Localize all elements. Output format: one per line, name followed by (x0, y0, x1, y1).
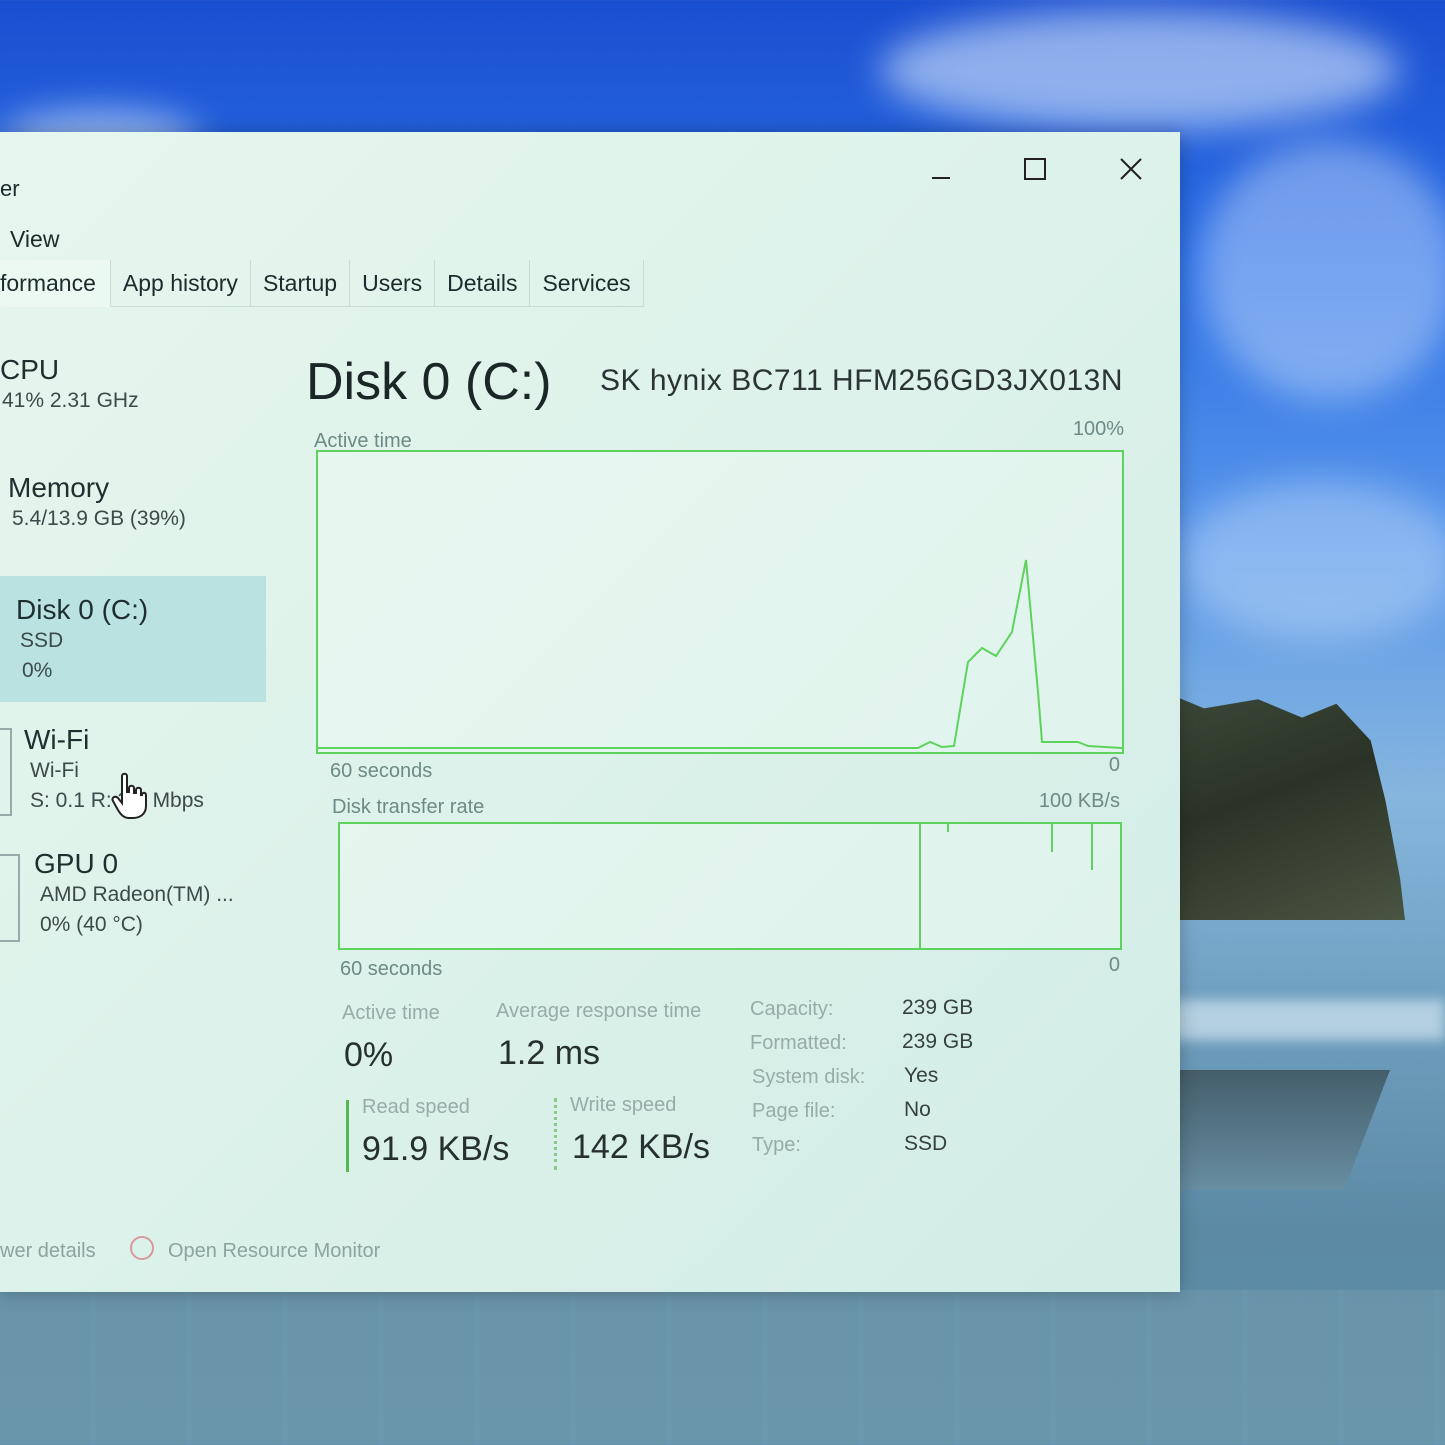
sidebar-item-detail: AMD Radeon(TM) ... (40, 883, 234, 906)
active-time-label: Active time (342, 1002, 440, 1024)
transfer-rate-graph-time-right: 0 (1108, 954, 1120, 976)
rock-reflection (1160, 1070, 1390, 1190)
active-time-value: 0% (344, 1036, 394, 1074)
tab-startup[interactable]: Startup (250, 260, 351, 307)
write-speed-value: 142 KB/s (572, 1128, 710, 1166)
transfer-rate-graph-time-left: 60 seconds (340, 958, 443, 980)
sidebar-item-detail: 41% 2.31 GHz (2, 389, 139, 412)
type-value: SSD (904, 1132, 948, 1155)
sidebar-item-detail: 0% (22, 659, 53, 682)
transfer-rate-graph-max: 100 KB/s (1038, 790, 1120, 812)
active-time-series-line (318, 559, 1122, 749)
response-time-label: Average response time (496, 1000, 702, 1022)
tab-details[interactable]: Details (435, 260, 531, 307)
sidebar-item-gpu[interactable]: GPU 0 AMD Radeon(TM) ... 0% (40 °C) (0, 848, 262, 944)
fewer-details-link[interactable]: wer details (0, 1240, 96, 1263)
active-time-graph-time-right: 0 (1108, 754, 1120, 776)
capacity-value: 239 GB (902, 996, 974, 1019)
maximize-button[interactable] (1012, 146, 1058, 192)
system-disk-label: System disk: (752, 1066, 866, 1088)
type-label: Type: (752, 1134, 801, 1156)
cloud (1200, 140, 1445, 400)
sidebar-item-name: Memory (8, 472, 110, 503)
active-time-graph (316, 450, 1124, 754)
sidebar-item-detail: SSD (20, 629, 64, 652)
hand-cursor-icon (111, 772, 147, 819)
transfer-rate-graph-label: Disk transfer rate (332, 796, 485, 818)
capacity-label: Capacity: (750, 998, 834, 1020)
tab-services[interactable]: Services (530, 260, 644, 307)
write-speed-label: Write speed (570, 1094, 677, 1116)
read-speed-label: Read speed (362, 1096, 470, 1118)
shoreline (1165, 1000, 1445, 1040)
transfer-rate-graph-line (919, 824, 1093, 948)
tab-users[interactable]: Users (350, 260, 436, 307)
minimize-icon (932, 177, 950, 179)
sidebar-item-name: CPU (0, 354, 60, 385)
maximize-icon (1024, 158, 1046, 180)
cloud (880, 10, 1400, 130)
formatted-label: Formatted: (750, 1032, 847, 1054)
close-icon (1120, 158, 1142, 180)
read-speed-value: 91.9 KB/s (362, 1130, 510, 1168)
sidebar-item-name: Wi-Fi (24, 724, 90, 755)
task-manager-window: er View formance App history Startup Use… (0, 132, 1180, 1292)
sidebar-item-name: Disk 0 (C:) (16, 594, 149, 625)
page-file-label: Page file: (752, 1100, 836, 1122)
read-speed-indicator (346, 1100, 349, 1172)
active-time-graph-time-left: 60 seconds (330, 760, 433, 782)
tab-app-history[interactable]: App history (110, 260, 251, 307)
sidebar-item-memory[interactable]: Memory 5.4/13.9 GB (39%) (0, 472, 262, 562)
system-disk-value: Yes (904, 1064, 939, 1087)
sidebar-item-name: GPU 0 (34, 848, 119, 879)
transfer-rate-graph (338, 822, 1122, 950)
menu-view[interactable]: View (10, 226, 59, 253)
rock-formation (1160, 690, 1405, 920)
window-title: er (0, 176, 20, 201)
cloud (1180, 480, 1445, 640)
tab-bar: formance App history Startup Users Detai… (0, 260, 644, 307)
active-time-graph-max: 100% (1072, 418, 1124, 440)
minimize-button[interactable] (918, 146, 964, 192)
tab-performance[interactable]: formance (0, 260, 111, 307)
sidebar-item-cpu[interactable]: CPU 41% 2.31 GHz (0, 352, 262, 442)
keyboard-reflection (0, 1290, 1445, 1445)
disk-model: SK hynix BC711 HFM256GD3JX013N (600, 364, 1124, 397)
sidebar-item-disk[interactable]: Disk 0 (C:) SSD 0% (0, 576, 266, 702)
response-time-value: 1.2 ms (498, 1034, 601, 1072)
resource-monitor-icon (130, 1236, 154, 1260)
sidebar-item-detail: 5.4/13.9 GB (39%) (12, 507, 186, 530)
open-resource-monitor-link[interactable]: Open Resource Monitor (168, 1240, 380, 1263)
close-button[interactable] (1108, 146, 1154, 192)
page-title: Disk 0 (C:) (306, 353, 552, 411)
formatted-value: 239 GB (902, 1030, 974, 1053)
active-time-graph-line (318, 559, 1122, 749)
page-file-value: No (904, 1098, 931, 1121)
write-speed-indicator (554, 1098, 560, 1170)
sidebar-item-detail: 0% (40 °C) (40, 913, 143, 936)
